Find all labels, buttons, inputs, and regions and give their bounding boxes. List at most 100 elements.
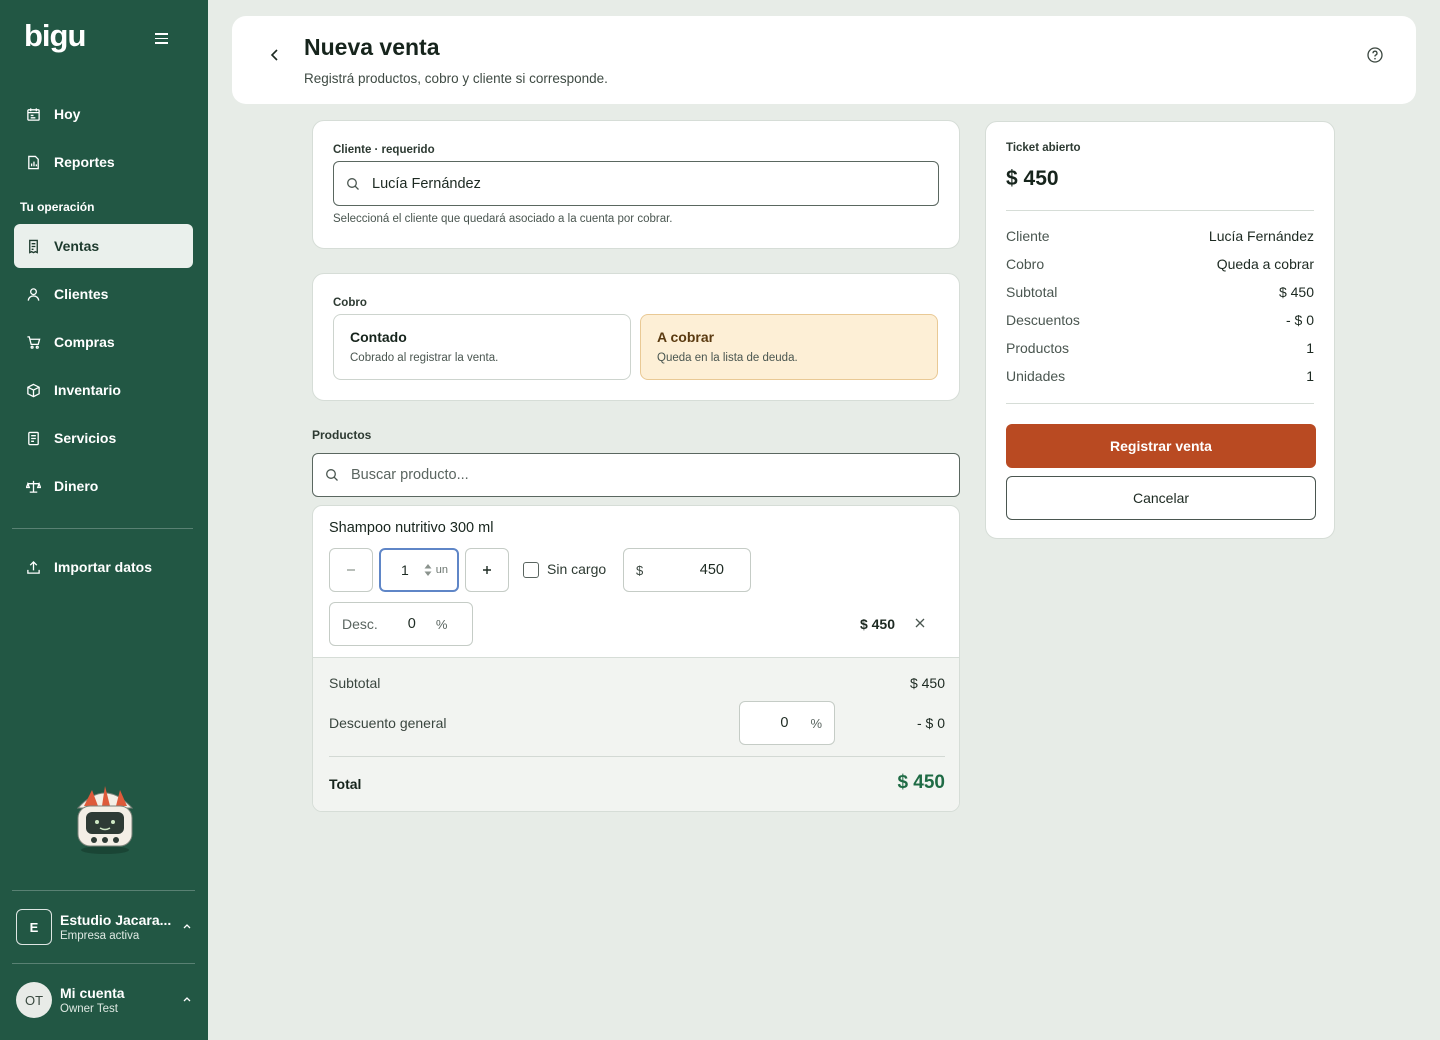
ticket-row-key: Cliente [1006,228,1050,244]
sidebar-item-label: Hoy [54,106,81,122]
sidebar-item-label: Importar datos [54,559,153,575]
payment-label: Cobro [333,297,367,309]
ticket-row: Cobro Queda a cobrar [1006,256,1314,276]
ticket-row-value: Lucía Fernández [1208,228,1314,244]
ticket-row-value: 1 [1306,340,1314,356]
chevron-up-icon [183,997,191,1002]
sidebar-item-compras[interactable]: Compras [14,320,193,364]
product-line-card: Shampoo nutritivo 300 ml 1 un Sin cargo … [312,505,960,812]
ticket-row: Descuentos - $ 0 [1006,312,1314,332]
sidebar-item-servicios[interactable]: Servicios [14,416,193,460]
currency-symbol: $ [636,562,644,578]
minus-icon [347,569,355,571]
app-logo: bigu [24,18,86,53]
subtotal-value: $ 450 [909,675,945,691]
total-label: Total [329,776,362,792]
discount-label: Desc. [342,616,378,632]
product-name: Shampoo nutritivo 300 ml [329,520,494,536]
percent-symbol: % [810,715,822,731]
client-label: Cliente · requerido [333,144,435,156]
summary-divider [329,756,945,757]
discount-value: 0 [407,616,416,632]
ticket-row-key: Productos [1006,340,1070,356]
decrease-qty-button[interactable] [329,548,373,592]
ticket-row-key: Subtotal [1006,284,1058,300]
ticket-panel: Ticket abierto $ 450 Cliente Lucía Ferná… [985,121,1335,539]
ticket-row: Unidades 1 [1006,368,1314,388]
sidebar-item-importar[interactable]: Importar datos [14,545,193,589]
payment-option-contado[interactable]: Contado Cobrado al registrar la venta. [333,314,631,380]
company-switcher[interactable]: E Estudio Jacara... Empresa activa [16,907,196,947]
sidebar-item-label: Clientes [54,286,109,302]
ticket-row: Cliente Lucía Fernández [1006,228,1314,248]
search-icon [326,469,338,481]
subtotal-label: Subtotal [329,675,381,691]
line-discount-input[interactable]: Desc. 0 % [329,602,473,646]
free-of-charge-checkbox[interactable] [523,562,539,578]
sidebar-item-label: Inventario [54,382,121,398]
sidebar-item-reportes[interactable]: Reportes [14,140,193,184]
product-search-input[interactable]: Buscar producto... [312,453,960,497]
back-arrow-icon[interactable] [264,44,286,66]
company-name: Estudio Jacara... [60,912,172,928]
ticket-divider [1006,403,1314,404]
option-desc: Queda en la lista de deuda. [657,352,798,364]
sidebar-item-clientes[interactable]: Clientes [14,272,193,316]
cart-icon [25,334,41,350]
payment-option-a-cobrar[interactable]: A cobrar Queda en la lista de deuda. [640,314,938,380]
price-input[interactable]: $ 450 [623,548,751,592]
ticket-row: Productos 1 [1006,340,1314,360]
ticket-row-value: $ 450 [1278,284,1314,300]
document-icon [25,430,41,446]
page-header: Nueva venta Registrá productos, cobro y … [232,16,1416,104]
ticket-row-key: Cobro [1006,256,1045,272]
option-title: A cobrar [657,329,715,345]
sidebar-item-inventario[interactable]: Inventario [14,368,193,412]
sidebar-item-ventas[interactable]: Ventas [14,224,193,268]
ticket-row-key: Unidades [1006,368,1066,384]
calendar-icon [25,106,41,122]
cancel-button[interactable]: Cancelar [1006,476,1316,520]
ticket-divider [1006,210,1314,211]
mascot-illustration [76,786,134,854]
sidebar-item-hoy[interactable]: Hoy [14,92,193,136]
sidebar-item-label: Reportes [54,154,115,170]
sidebar-divider [12,963,195,964]
register-sale-button[interactable]: Registrar venta [1006,424,1316,468]
company-avatar: E [16,909,52,945]
option-title: Contado [350,329,407,345]
company-status: Empresa activa [60,930,140,942]
scale-icon [25,478,41,494]
client-card: Cliente · requerido Lucía Fernández Sele… [312,120,960,249]
total-value: $ 450 [897,772,945,793]
chevron-up-icon [183,924,191,929]
sidebar-item-dinero[interactable]: Dinero [14,464,193,508]
close-icon[interactable] [913,616,927,630]
quantity-input[interactable]: 1 un [379,548,459,592]
general-discount-value: 0 [780,715,789,731]
sidebar-item-label: Dinero [54,478,99,494]
user-icon [25,286,41,302]
general-discount-amount: - $ 0 [916,715,945,731]
plus-icon [483,566,491,574]
box-icon [25,382,41,398]
increase-qty-button[interactable] [465,548,509,592]
stepper-arrows-icon[interactable] [423,562,433,578]
help-icon[interactable] [1366,46,1384,64]
sidebar-item-label: Ventas [54,238,100,254]
general-discount-input[interactable]: 0 % [739,701,835,745]
ticket-row-value: - $ 0 [1285,312,1314,328]
page-title: Nueva venta [304,34,440,60]
sidebar: bigu Hoy Reportes Tu operación Ventas Cl… [0,0,208,1040]
account-menu[interactable]: OT Mi cuenta Owner Test [16,980,196,1020]
price-value: 450 [699,562,724,578]
general-discount-label: Descuento general [329,715,447,731]
line-total: $ 450 [859,616,895,632]
sale-summary: Subtotal $ 450 Descuento general 0 % - $… [313,657,959,811]
client-helper: Seleccioná el cliente que quedará asocia… [333,213,673,225]
client-search-input[interactable]: Lucía Fernández [333,161,939,206]
search-placeholder: Buscar producto... [351,467,469,483]
ticket-label: Ticket abierto [1006,142,1081,154]
qty-unit: un [435,564,449,576]
hamburger-menu-icon[interactable] [150,30,172,50]
